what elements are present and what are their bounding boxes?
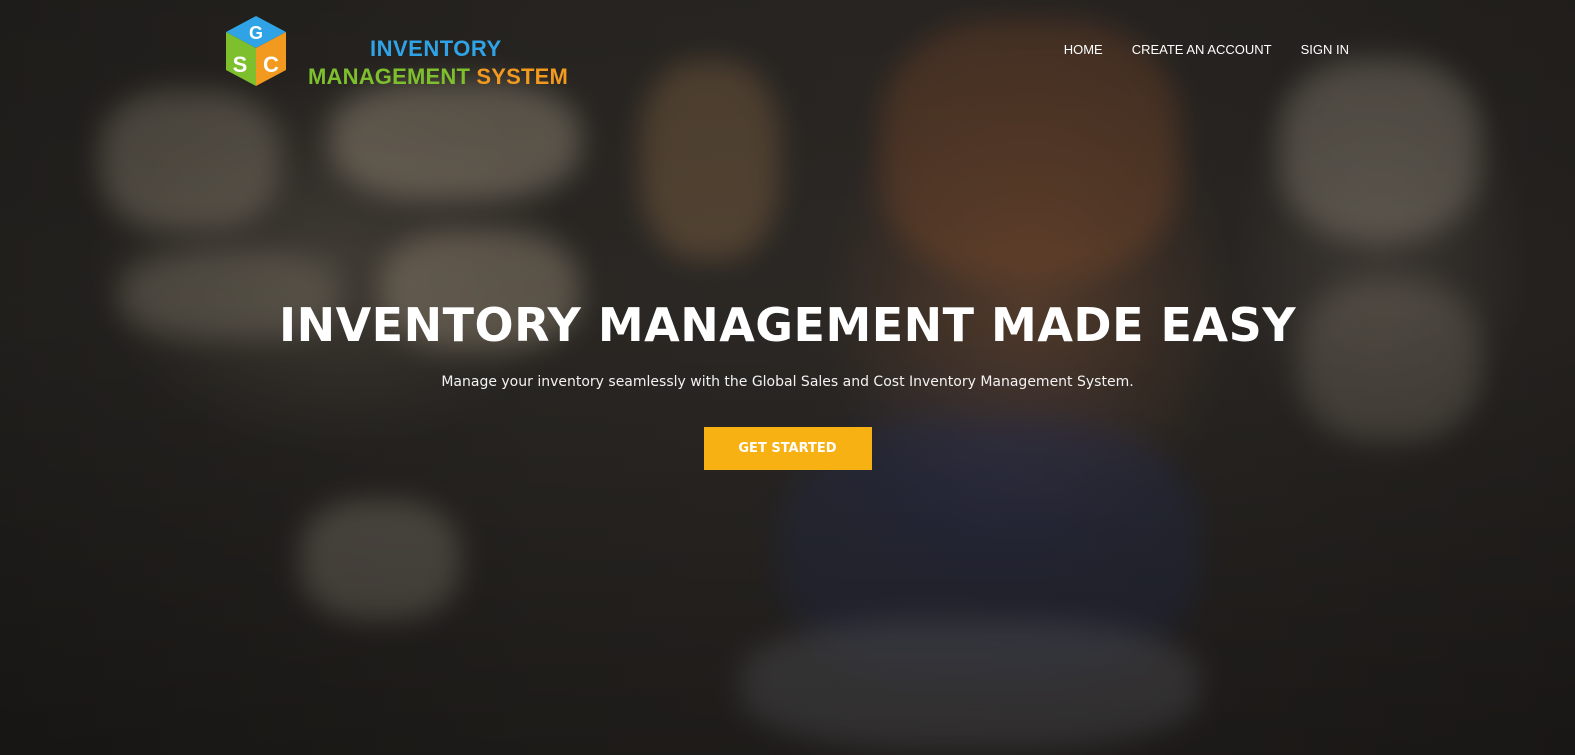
hero-section: G S C INVENTORY MANAGEMENT SYSTEM HOME C… [0, 0, 1575, 755]
logo-letter-s: S [233, 52, 248, 77]
hero-content: INVENTORY MANAGEMENT MADE EASY Manage yo… [0, 292, 1575, 470]
brand-name-line1: INVENTORY [370, 36, 502, 61]
brand-name-line2: MANAGEMENT SYSTEM [308, 64, 568, 90]
brand-word-system: SYSTEM [476, 64, 569, 89]
get-started-button[interactable]: GET STARTED [703, 427, 872, 470]
brand-logo[interactable]: G S C INVENTORY MANAGEMENT SYSTEM [224, 16, 568, 89]
nav-sign-in-link[interactable]: SIGN IN [1301, 42, 1349, 57]
hero-title: INVENTORY MANAGEMENT MADE EASY [278, 298, 1297, 352]
nav-create-account-link[interactable]: CREATE AN ACCOUNT [1132, 42, 1272, 57]
logo-letter-c: C [263, 52, 279, 77]
logo-letter-g: G [249, 23, 263, 43]
cube-logo-icon: G S C [226, 16, 286, 86]
main-nav: HOME CREATE AN ACCOUNT SIGN IN [1064, 42, 1349, 57]
site-header: G S C INVENTORY MANAGEMENT SYSTEM HOME C… [0, 0, 1575, 100]
hero-subtitle: Manage your inventory seamlessly with th… [441, 374, 1134, 390]
nav-home-link[interactable]: HOME [1064, 42, 1103, 57]
brand-word-management: MANAGEMENT [308, 64, 471, 89]
